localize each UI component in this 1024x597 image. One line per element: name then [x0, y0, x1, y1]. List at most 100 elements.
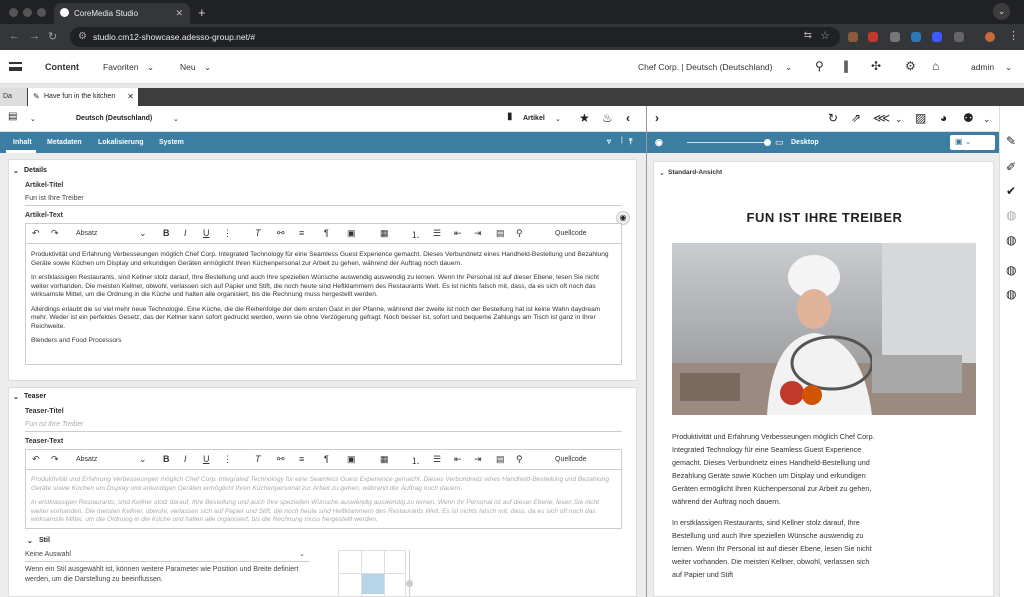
window-minimize-dot[interactable] [23, 8, 32, 17]
chevron-down-icon[interactable]: ⌄ [659, 169, 665, 177]
browser-tab[interactable]: CoreMedia Studio ✕ [54, 3, 190, 24]
globe-sync-icon[interactable]: ◍ [1006, 263, 1016, 277]
width-slider-handle[interactable] [406, 580, 413, 587]
chevron-down-icon[interactable]: ⌄ [27, 537, 33, 545]
bookmark-star-icon[interactable]: ☆ [820, 29, 830, 42]
user-menu[interactable]: admin [971, 62, 994, 72]
library-icon[interactable]: ∥ [843, 59, 849, 73]
chevron-down-icon[interactable]: ⌄ [147, 62, 154, 73]
bold-icon[interactable]: B [163, 228, 170, 238]
share-icon[interactable]: ⋘ [873, 111, 890, 125]
link-icon[interactable]: ⚯ [277, 454, 285, 465]
table-icon[interactable]: ▦ [380, 454, 389, 465]
tab-search-chevron-icon[interactable]: ⌄ [993, 3, 1010, 20]
persona-icon[interactable]: ⚉ [963, 111, 974, 125]
selected-grid-cell[interactable] [362, 574, 384, 594]
redo-icon[interactable]: ↷ [51, 454, 59, 465]
extension-icon[interactable] [868, 32, 878, 42]
lightbulb-icon[interactable]: ♨ [602, 111, 613, 125]
image-insert-icon[interactable]: ▣ [347, 228, 356, 239]
check-icon[interactable]: ✔ [1006, 184, 1016, 198]
window-close-dot[interactable] [9, 8, 18, 17]
heading-icon[interactable]: ¶ [324, 228, 329, 238]
paragraph-style-select[interactable]: Absatz [76, 456, 97, 463]
globe-x-icon[interactable]: ◍ [1006, 287, 1016, 301]
teaser-richtext-editor[interactable]: ↶ ↷ Absatz ⌄ B I U ⋮ T ⚯ ≡ ¶ ▣ ▦ ⒈ ☰ ⇤ ⇥… [25, 449, 622, 529]
redo-icon[interactable]: ↷ [51, 228, 59, 239]
image-insert-icon[interactable]: ▣ [347, 454, 356, 465]
inbox-icon[interactable]: ⌂ [932, 59, 939, 73]
article-title-input[interactable]: Fun ist Ihre Treiber [25, 195, 84, 202]
scroll-top-icon[interactable]: ⤒ [629, 137, 633, 147]
paste-icon[interactable]: ▤ [496, 454, 505, 465]
chevron-down-icon[interactable]: ⌄ [173, 115, 179, 123]
chevron-down-icon[interactable]: ⌄ [299, 550, 305, 558]
chevron-down-icon[interactable]: ⌄ [204, 62, 211, 73]
site-selector[interactable]: Chef Corp. | Deutsch (Deutschland) [638, 62, 773, 72]
outdent-icon[interactable]: ⇤ [454, 228, 462, 239]
bold-icon[interactable]: B [163, 454, 170, 464]
italic-icon[interactable]: I [184, 454, 187, 464]
clear-format-icon[interactable]: T [255, 228, 261, 238]
undo-icon[interactable]: ↶ [32, 228, 40, 239]
expand-right-icon[interactable]: › [655, 111, 659, 125]
favoriten-menu[interactable]: Favoriten [103, 62, 138, 72]
content-menu[interactable]: Content [45, 62, 79, 72]
profile-avatar[interactable] [985, 32, 995, 42]
link-icon[interactable]: ⚯ [277, 228, 285, 239]
teaser-richtext-content[interactable]: Produktivität und Erfahrung Verbesseunge… [31, 476, 613, 528]
reload-preview-icon[interactable]: ↻ [828, 111, 838, 125]
reload-icon[interactable]: ↻ [48, 30, 57, 43]
tab-close-icon[interactable]: ✕ [175, 8, 183, 19]
collapse-all-icon[interactable]: ▿ [607, 137, 611, 146]
stil-select[interactable]: Keine Auswahl [25, 551, 71, 558]
chevron-down-icon[interactable]: ⌄ [983, 114, 991, 125]
extension-icon[interactable] [890, 32, 900, 42]
heading-icon[interactable]: ¶ [324, 454, 329, 464]
extension-icon[interactable] [848, 32, 858, 42]
dashboard-tab[interactable]: Da [0, 88, 27, 106]
more-formatting-icon[interactable]: ⋮ [223, 454, 232, 465]
source-code-button[interactable]: Quellcode [555, 456, 587, 463]
tab-lokalisierung[interactable]: Lokalisierung [98, 139, 144, 146]
open-external-icon[interactable]: ⇗ [851, 111, 861, 125]
language-selector[interactable]: Deutsch (Deutschland) [76, 115, 152, 122]
chevron-down-icon[interactable]: ⌄ [785, 62, 792, 73]
palette-icon[interactable]: ◉ [655, 137, 663, 148]
clear-format-icon[interactable]: T [255, 454, 261, 464]
indent-icon[interactable]: ⇥ [474, 228, 482, 239]
brush-clear-icon[interactable]: ✐ [1006, 160, 1016, 174]
close-icon[interactable]: ✕ [127, 92, 134, 101]
bullet-list-icon[interactable]: ☰ [433, 454, 441, 465]
paste-icon[interactable]: ▤ [496, 228, 505, 239]
numbered-list-icon[interactable]: ⒈ [411, 228, 420, 241]
globe-check-icon[interactable]: ◍ [1006, 233, 1016, 247]
chevron-down-icon[interactable]: ⌄ [139, 454, 147, 465]
extension-icon[interactable] [911, 32, 921, 42]
address-bar[interactable]: ⚙ studio.cm12-showcase.adesso-group.net/… [70, 27, 840, 47]
find-replace-icon[interactable]: ⚲ [516, 454, 523, 465]
chevron-down-icon[interactable]: ⌄ [13, 167, 19, 175]
underline-icon[interactable]: U [203, 228, 210, 238]
globe-icon[interactable]: ◍ [1006, 208, 1016, 222]
neu-menu[interactable]: Neu [180, 62, 196, 72]
zoom-slider-handle[interactable] [764, 139, 771, 146]
doctype-selector[interactable]: Artikel [523, 115, 545, 122]
device-toggle-button[interactable]: ▣ ⌄ [950, 135, 995, 150]
collapse-left-icon[interactable]: ‹ [626, 111, 630, 125]
main-menu-icon[interactable] [9, 62, 22, 71]
align-icon[interactable]: ≡ [299, 454, 304, 464]
italic-icon[interactable]: I [184, 228, 187, 238]
undo-icon[interactable]: ↶ [32, 454, 40, 465]
new-tab-button[interactable]: + [198, 5, 206, 20]
indent-icon[interactable]: ⇥ [474, 454, 482, 465]
paragraph-style-select[interactable]: Absatz [76, 230, 97, 237]
image-preview-icon[interactable]: ▨ [915, 111, 926, 125]
tab-metadaten[interactable]: Metadaten [47, 139, 82, 146]
teaser-section-title[interactable]: Teaser [24, 393, 46, 400]
zoom-slider-track[interactable] [687, 142, 767, 143]
search-icon[interactable]: ⚲ [815, 59, 824, 73]
chevron-down-icon[interactable]: ⌄ [30, 115, 36, 123]
table-icon[interactable]: ▦ [380, 228, 389, 239]
window-zoom-dot[interactable] [37, 8, 46, 17]
